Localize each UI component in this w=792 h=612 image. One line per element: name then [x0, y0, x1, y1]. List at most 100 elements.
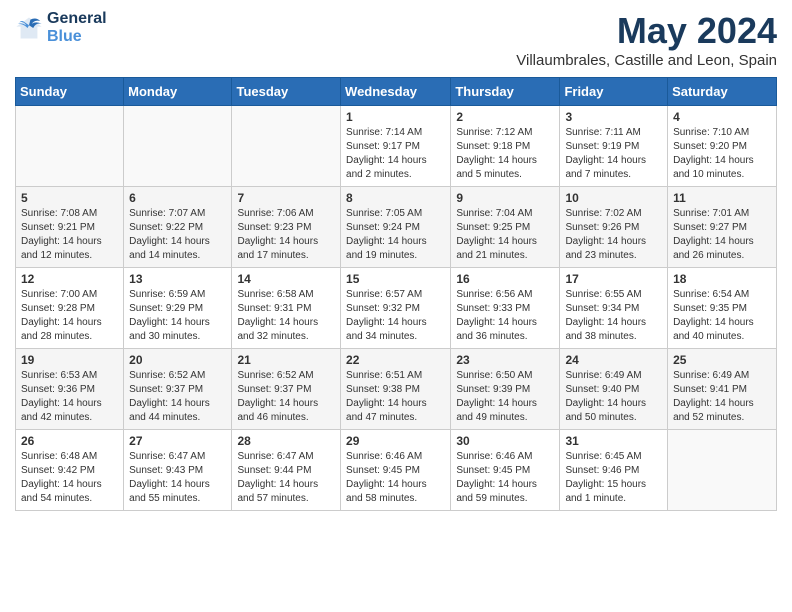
calendar-cell: 28 Sunrise: 6:47 AM Sunset: 9:44 PM Dayli…	[232, 430, 341, 511]
title-block: May 2024 Villaumbrales, Castille and Leo…	[516, 10, 777, 69]
day-number: 1	[346, 110, 445, 124]
day-number: 24	[565, 353, 662, 367]
day-number: 13	[129, 272, 226, 286]
calendar-cell: 16 Sunrise: 6:56 AM Sunset: 9:33 PM Dayli…	[451, 268, 560, 349]
calendar-week-row: 5 Sunrise: 7:08 AM Sunset: 9:21 PM Daylig…	[16, 187, 777, 268]
day-number: 9	[456, 191, 554, 205]
calendar-cell	[668, 430, 777, 511]
calendar-cell: 20Sunrise: 6:52 AM Sunset: 9:37 PM Dayli…	[124, 349, 232, 430]
day-info: Sunrise: 7:00 AM Sunset: 9:28 PM Dayligh…	[21, 288, 118, 344]
day-number: 21	[237, 353, 335, 367]
weekday-header: Monday	[124, 78, 232, 106]
day-number: 4	[673, 110, 771, 124]
day-number: 29	[346, 434, 445, 448]
weekday-header: Thursday	[451, 78, 560, 106]
day-number: 6	[129, 191, 226, 205]
day-number: 15	[346, 272, 445, 286]
calendar-cell: 6 Sunrise: 7:07 AM Sunset: 9:22 PM Daylig…	[124, 187, 232, 268]
day-info: Sunrise: 6:49 AM Sunset: 9:41 PM Dayligh…	[673, 369, 771, 425]
day-number: 28	[237, 434, 335, 448]
day-number: 12	[21, 272, 118, 286]
weekday-header: Saturday	[668, 78, 777, 106]
day-info: Sunrise: 7:01 AM Sunset: 9:27 PM Dayligh…	[673, 207, 771, 263]
weekday-header: Tuesday	[232, 78, 341, 106]
logo: General Blue	[15, 10, 107, 46]
day-info: Sunrise: 7:06 AM Sunset: 9:23 PM Dayligh…	[237, 207, 335, 263]
calendar-cell: 8 Sunrise: 7:05 AM Sunset: 9:24 PM Daylig…	[341, 187, 451, 268]
day-info: Sunrise: 7:14 AM Sunset: 9:17 PM Dayligh…	[346, 126, 445, 182]
calendar-cell: 18 Sunrise: 6:54 AM Sunset: 9:35 PM Dayli…	[668, 268, 777, 349]
day-info: Sunrise: 6:48 AM Sunset: 9:42 PM Dayligh…	[21, 450, 118, 506]
day-info: Sunrise: 6:45 AM Sunset: 9:46 PM Dayligh…	[565, 450, 662, 506]
calendar-cell: 7 Sunrise: 7:06 AM Sunset: 9:23 PM Daylig…	[232, 187, 341, 268]
calendar-cell: 3Sunrise: 7:11 AM Sunset: 9:19 PM Daylig…	[560, 106, 668, 187]
day-info: Sunrise: 7:02 AM Sunset: 9:26 PM Dayligh…	[565, 207, 662, 263]
calendar-week-row: 12 Sunrise: 7:00 AM Sunset: 9:28 PM Dayli…	[16, 268, 777, 349]
calendar-cell: 1 Sunrise: 7:14 AM Sunset: 9:17 PM Daylig…	[341, 106, 451, 187]
day-number: 11	[673, 191, 771, 205]
day-info: Sunrise: 6:49 AM Sunset: 9:40 PM Dayligh…	[565, 369, 662, 425]
weekday-header-row: SundayMondayTuesdayWednesdayThursdayFrid…	[16, 78, 777, 106]
day-info: Sunrise: 6:47 AM Sunset: 9:44 PM Dayligh…	[237, 450, 335, 506]
day-number: 10	[565, 191, 662, 205]
page-header: General Blue May 2024 Villaumbrales, Cas…	[15, 10, 777, 69]
calendar-cell: 10 Sunrise: 7:02 AM Sunset: 9:26 PM Dayli…	[560, 187, 668, 268]
day-info: Sunrise: 7:10 AM Sunset: 9:20 PM Dayligh…	[673, 126, 771, 182]
calendar-cell: 27 Sunrise: 6:47 AM Sunset: 9:43 PM Dayli…	[124, 430, 232, 511]
day-info: Sunrise: 6:51 AM Sunset: 9:38 PM Dayligh…	[346, 369, 445, 425]
day-info: Sunrise: 6:56 AM Sunset: 9:33 PM Dayligh…	[456, 288, 554, 344]
day-info: Sunrise: 6:54 AM Sunset: 9:35 PM Dayligh…	[673, 288, 771, 344]
calendar-cell: 24 Sunrise: 6:49 AM Sunset: 9:40 PM Dayli…	[560, 349, 668, 430]
day-info: Sunrise: 7:05 AM Sunset: 9:24 PM Dayligh…	[346, 207, 445, 263]
calendar-cell	[16, 106, 124, 187]
day-number: 16	[456, 272, 554, 286]
day-number: 30	[456, 434, 554, 448]
calendar-cell: 19 Sunrise: 6:53 AM Sunset: 9:36 PM Dayli…	[16, 349, 124, 430]
day-number: 19	[21, 353, 118, 367]
calendar-cell: 31 Sunrise: 6:45 AM Sunset: 9:46 PM Dayli…	[560, 430, 668, 511]
day-info: Sunrise: 7:07 AM Sunset: 9:22 PM Dayligh…	[129, 207, 226, 263]
calendar-table: SundayMondayTuesdayWednesdayThursdayFrid…	[15, 77, 777, 511]
day-info: Sunrise: 6:58 AM Sunset: 9:31 PM Dayligh…	[237, 288, 335, 344]
day-number: 22	[346, 353, 445, 367]
day-info: Sunrise: 7:08 AM Sunset: 9:21 PM Dayligh…	[21, 207, 118, 263]
calendar-cell: 30 Sunrise: 6:46 AM Sunset: 9:45 PM Dayli…	[451, 430, 560, 511]
calendar-cell	[232, 106, 341, 187]
day-number: 23	[456, 353, 554, 367]
day-number: 14	[237, 272, 335, 286]
day-number: 26	[21, 434, 118, 448]
calendar-cell: 15Sunrise: 6:57 AM Sunset: 9:32 PM Dayli…	[341, 268, 451, 349]
day-number: 5	[21, 191, 118, 205]
day-info: Sunrise: 6:59 AM Sunset: 9:29 PM Dayligh…	[129, 288, 226, 344]
month-title: May 2024	[516, 10, 777, 52]
day-info: Sunrise: 7:12 AM Sunset: 9:18 PM Dayligh…	[456, 126, 554, 182]
weekday-header: Wednesday	[341, 78, 451, 106]
day-number: 27	[129, 434, 226, 448]
logo-text: General Blue	[47, 10, 107, 46]
weekday-header: Sunday	[16, 78, 124, 106]
calendar-week-row: 26 Sunrise: 6:48 AM Sunset: 9:42 PM Dayli…	[16, 430, 777, 511]
calendar-cell: 26 Sunrise: 6:48 AM Sunset: 9:42 PM Dayli…	[16, 430, 124, 511]
day-number: 18	[673, 272, 771, 286]
calendar-cell: 22 Sunrise: 6:51 AM Sunset: 9:38 PM Dayli…	[341, 349, 451, 430]
day-info: Sunrise: 6:46 AM Sunset: 9:45 PM Dayligh…	[456, 450, 554, 506]
calendar-cell: 29Sunrise: 6:46 AM Sunset: 9:45 PM Dayli…	[341, 430, 451, 511]
calendar-cell: 5 Sunrise: 7:08 AM Sunset: 9:21 PM Daylig…	[16, 187, 124, 268]
day-info: Sunrise: 7:04 AM Sunset: 9:25 PM Dayligh…	[456, 207, 554, 263]
calendar-cell: 13 Sunrise: 6:59 AM Sunset: 9:29 PM Dayli…	[124, 268, 232, 349]
day-number: 7	[237, 191, 335, 205]
day-info: Sunrise: 7:11 AM Sunset: 9:19 PM Dayligh…	[565, 126, 662, 182]
day-number: 25	[673, 353, 771, 367]
day-info: Sunrise: 6:47 AM Sunset: 9:43 PM Dayligh…	[129, 450, 226, 506]
day-info: Sunrise: 6:52 AM Sunset: 9:37 PM Dayligh…	[237, 369, 335, 425]
day-number: 8	[346, 191, 445, 205]
calendar-week-row: 19 Sunrise: 6:53 AM Sunset: 9:36 PM Dayli…	[16, 349, 777, 430]
day-number: 17	[565, 272, 662, 286]
calendar-cell: 14 Sunrise: 6:58 AM Sunset: 9:31 PM Dayli…	[232, 268, 341, 349]
location-title: Villaumbrales, Castille and Leon, Spain	[516, 52, 777, 69]
day-number: 31	[565, 434, 662, 448]
calendar-cell: 12 Sunrise: 7:00 AM Sunset: 9:28 PM Dayli…	[16, 268, 124, 349]
calendar-cell: 21 Sunrise: 6:52 AM Sunset: 9:37 PM Dayli…	[232, 349, 341, 430]
calendar-cell: 17Sunrise: 6:55 AM Sunset: 9:34 PM Dayli…	[560, 268, 668, 349]
day-info: Sunrise: 6:53 AM Sunset: 9:36 PM Dayligh…	[21, 369, 118, 425]
